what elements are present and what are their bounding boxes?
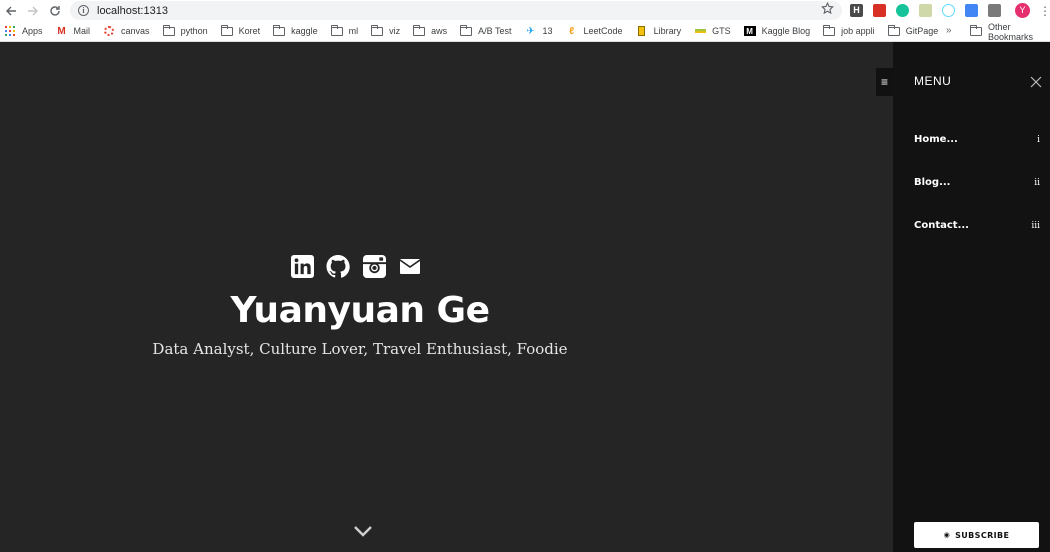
back-button[interactable] <box>0 0 22 21</box>
browser-toolbar: i localhost:1313 H Y ⋮ <box>0 0 1050 21</box>
sidebar-item-contact[interactable]: Contact... iii <box>914 220 1040 231</box>
sidebar-item-label: Blog... <box>914 177 951 188</box>
bookmark-mail[interactable]: M Mail <box>56 25 90 37</box>
github-link[interactable] <box>326 254 350 278</box>
bookmark-kaggle-blog[interactable]: M Kaggle Blog <box>743 26 810 36</box>
linkedin-icon <box>290 254 314 278</box>
folder-icon <box>413 24 426 36</box>
hero-tagline: Data Analyst, Culture Lover, Travel Enth… <box>152 340 568 358</box>
sidebar-item-label: Home... <box>914 134 958 145</box>
sidebar-menu: MENU Home... i Blog... ii Contact... iii… <box>893 42 1050 552</box>
forward-button[interactable] <box>22 0 44 21</box>
bookmark-canvas[interactable]: canvas <box>103 26 150 36</box>
folder-icon <box>330 24 343 36</box>
bookmark-viz[interactable]: viz <box>371 24 400 36</box>
menu-title: MENU <box>914 74 952 88</box>
folder-icon <box>887 24 900 36</box>
gmail-icon: M <box>57 25 66 37</box>
envelope-icon <box>400 258 420 274</box>
bookmark-job-appli[interactable]: job appli <box>823 24 875 36</box>
bookmark-leetcode[interactable]: ℓ LeetCode <box>566 25 623 37</box>
bookmarks-bar: Apps M Mail canvas python Koret kaggle m… <box>0 21 1050 42</box>
back-arrow-icon <box>6 6 16 15</box>
reload-icon <box>50 5 60 16</box>
browser-menu-icon[interactable]: ⋮ <box>1039 5 1050 17</box>
sidebar-item-blog[interactable]: Blog... ii <box>914 177 1040 188</box>
bookmark-kaggle[interactable]: kaggle <box>273 24 318 36</box>
reload-button[interactable] <box>44 0 66 21</box>
folder-icon <box>162 24 175 36</box>
url-text[interactable]: localhost:1313 <box>97 5 168 17</box>
bookmark-gitpage[interactable]: GitPage <box>887 24 938 36</box>
leetcode-icon: ℓ <box>569 25 574 37</box>
bookmark-ml[interactable]: ml <box>330 24 358 36</box>
extensions-area: H Y ⋮ <box>850 3 1050 18</box>
bookmark-koret[interactable]: Koret <box>220 24 260 36</box>
bookmark-python[interactable]: python <box>162 24 208 36</box>
h-extension-icon[interactable]: H <box>850 4 863 17</box>
email-link[interactable] <box>398 254 422 278</box>
sidebar-item-label: Contact... <box>914 220 969 231</box>
folder-icon <box>371 24 384 36</box>
instagram-icon <box>362 254 386 278</box>
bookmark-gts[interactable]: GTS <box>694 26 731 36</box>
chevron-down-icon[interactable] <box>353 524 373 538</box>
hero-name: Yuanyuan Ge <box>230 290 490 331</box>
forward-arrow-icon <box>28 6 38 15</box>
bookmark-aws[interactable]: aws <box>413 24 447 36</box>
folder-icon <box>970 25 982 37</box>
other-bookmarks[interactable]: Other Bookmarks <box>970 21 1050 42</box>
translate-icon[interactable] <box>965 4 978 17</box>
folder-icon <box>460 24 473 36</box>
red-extension-icon[interactable] <box>873 4 886 17</box>
gts-icon <box>694 26 706 36</box>
bookmark-ab-test[interactable]: A/B Test <box>460 24 512 36</box>
sidebar-item-number: iii <box>1031 220 1040 231</box>
bird-icon: ✈ <box>526 25 535 37</box>
sidebar-item-number: ii <box>1034 177 1040 188</box>
close-icon[interactable] <box>1030 76 1042 88</box>
menu-toggle-button[interactable]: ≡ <box>876 68 893 96</box>
rss-icon: ◉ <box>943 531 951 539</box>
medium-icon: M <box>743 26 756 36</box>
bookmark-star-icon[interactable] <box>821 2 834 15</box>
bookmark-library[interactable]: Library <box>636 26 681 36</box>
profile-avatar[interactable]: Y <box>1015 3 1030 18</box>
react-devtools-icon[interactable] <box>942 4 955 17</box>
linkedin-link[interactable] <box>290 254 314 278</box>
bookmark-apps[interactable]: Apps <box>4 26 43 36</box>
library-icon <box>636 26 648 36</box>
copy-extension-icon[interactable] <box>988 4 1001 17</box>
sidebar-item-number: i <box>1037 134 1040 145</box>
apps-grid-icon <box>4 26 16 36</box>
canvas-icon <box>103 26 115 36</box>
folder-icon <box>823 24 836 36</box>
subscribe-button[interactable]: ◉ SUBSCRIBE <box>914 522 1039 548</box>
hero-section: Yuanyuan Ge Data Analyst, Culture Lover,… <box>0 42 893 552</box>
instagram-link[interactable] <box>362 254 386 278</box>
folder-icon <box>220 24 233 36</box>
folder-icon <box>273 24 286 36</box>
sidebar-item-home[interactable]: Home... i <box>914 134 1040 145</box>
page: Yuanyuan Ge Data Analyst, Culture Lover,… <box>0 42 1050 552</box>
bookmark-13[interactable]: ✈ 13 <box>525 25 552 37</box>
grammarly-icon[interactable] <box>896 4 909 17</box>
bookmarks-overflow-button[interactable]: » <box>946 25 952 36</box>
address-bar[interactable]: i localhost:1313 <box>70 1 842 20</box>
image-extension-icon[interactable] <box>919 4 932 17</box>
hamburger-icon: ≡ <box>880 75 888 89</box>
github-icon <box>326 254 350 278</box>
social-links <box>290 254 434 278</box>
site-info-icon[interactable]: i <box>78 5 89 16</box>
